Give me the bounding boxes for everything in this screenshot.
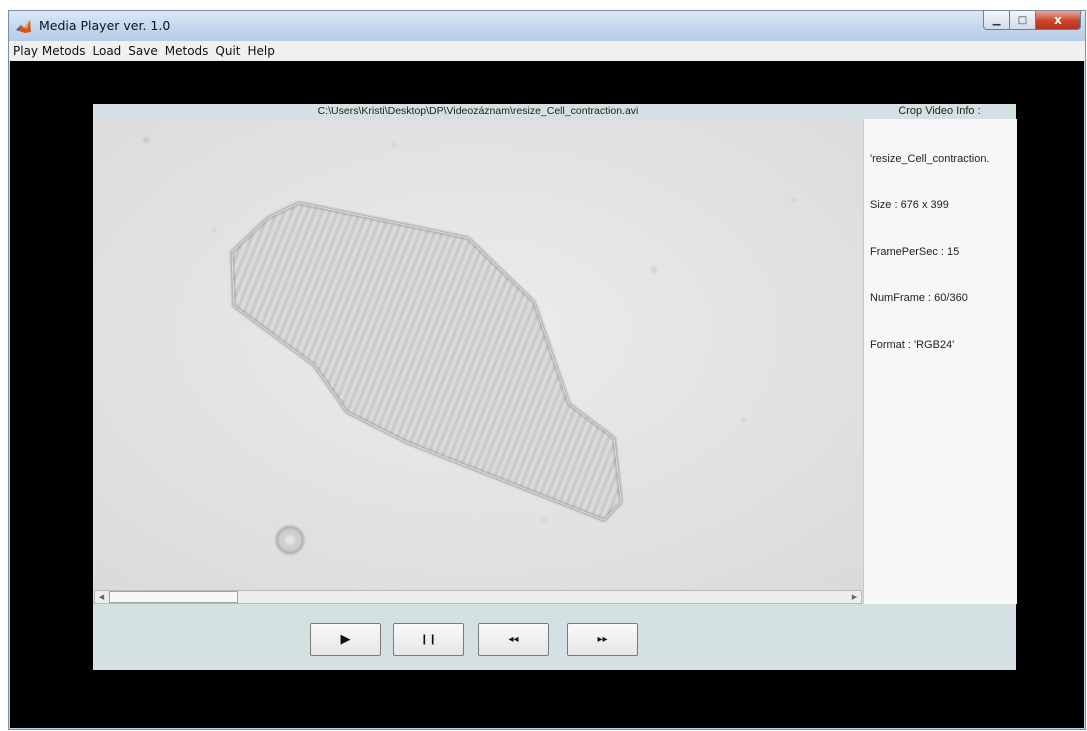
title-bar[interactable]: Media Player ver. 1.0 ▁ □ x <box>9 11 1085 41</box>
media-player-window: Media Player ver. 1.0 ▁ □ x Play Metods … <box>8 10 1086 730</box>
controls-area: ▶ ❙❙ ◂◂ ▸▸ <box>93 604 1016 670</box>
info-format: Format : 'RGB24' <box>870 339 955 351</box>
fast-forward-button[interactable]: ▸▸ <box>567 623 638 656</box>
pause-icon: ❙❙ <box>420 634 437 645</box>
crop-info-panel: 'resize_Cell_contraction. Size : 676 x 3… <box>863 119 1017 604</box>
fast-forward-icon: ▸▸ <box>597 634 608 645</box>
crop-info-header: Crop Video Info : <box>898 105 981 117</box>
play-icon: ▶ <box>340 632 351 647</box>
maximize-icon: □ <box>1017 14 1028 26</box>
info-fps: FramePerSec : 15 <box>870 246 960 258</box>
minimize-button[interactable]: ▁ <box>983 11 1010 30</box>
caption-buttons: ▁ □ x <box>983 11 1081 31</box>
play-button[interactable]: ▶ <box>310 623 381 656</box>
menu-bar: Play Metods Load Save Metods Quit Help <box>9 41 1085 61</box>
scroll-left-icon[interactable]: ◀ <box>95 591 108 603</box>
rewind-button[interactable]: ◂◂ <box>478 623 549 656</box>
player-panel: C:\Users\Kristi\Desktop\DP\Videozáznam\r… <box>93 104 1017 670</box>
info-size: Size : 676 x 399 <box>870 199 949 211</box>
window-title: Media Player ver. 1.0 <box>39 18 171 33</box>
scrollbar-thumb[interactable] <box>109 591 238 603</box>
menu-quit[interactable]: Quit <box>212 44 243 58</box>
rewind-icon: ◂◂ <box>508 634 519 645</box>
frame-scrollbar[interactable]: ◀ ▶ <box>94 590 862 604</box>
minimize-icon: ▁ <box>992 14 1001 26</box>
menu-save[interactable]: Save <box>125 44 160 58</box>
pause-button[interactable]: ❙❙ <box>393 623 464 656</box>
figure-canvas: C:\Users\Kristi\Desktop\DP\Videozáznam\r… <box>10 61 1084 728</box>
maximize-button[interactable]: □ <box>1010 11 1036 30</box>
cell-microscopy-image <box>94 120 862 590</box>
scroll-right-icon[interactable]: ▶ <box>848 591 861 603</box>
close-button[interactable]: x <box>1036 11 1081 30</box>
menu-play-metods[interactable]: Play Metods <box>9 44 89 58</box>
menu-load[interactable]: Load <box>90 44 125 58</box>
info-num-frame: NumFrame : 60/360 <box>870 292 968 304</box>
video-frame <box>94 120 862 590</box>
menu-help[interactable]: Help <box>245 44 278 58</box>
info-filename: 'resize_Cell_contraction. <box>870 153 990 165</box>
matlab-icon <box>16 20 31 33</box>
video-path-label: C:\Users\Kristi\Desktop\DP\Videozáznam\r… <box>317 105 639 117</box>
menu-metods[interactable]: Metods <box>162 44 212 58</box>
close-icon: x <box>1054 13 1062 27</box>
